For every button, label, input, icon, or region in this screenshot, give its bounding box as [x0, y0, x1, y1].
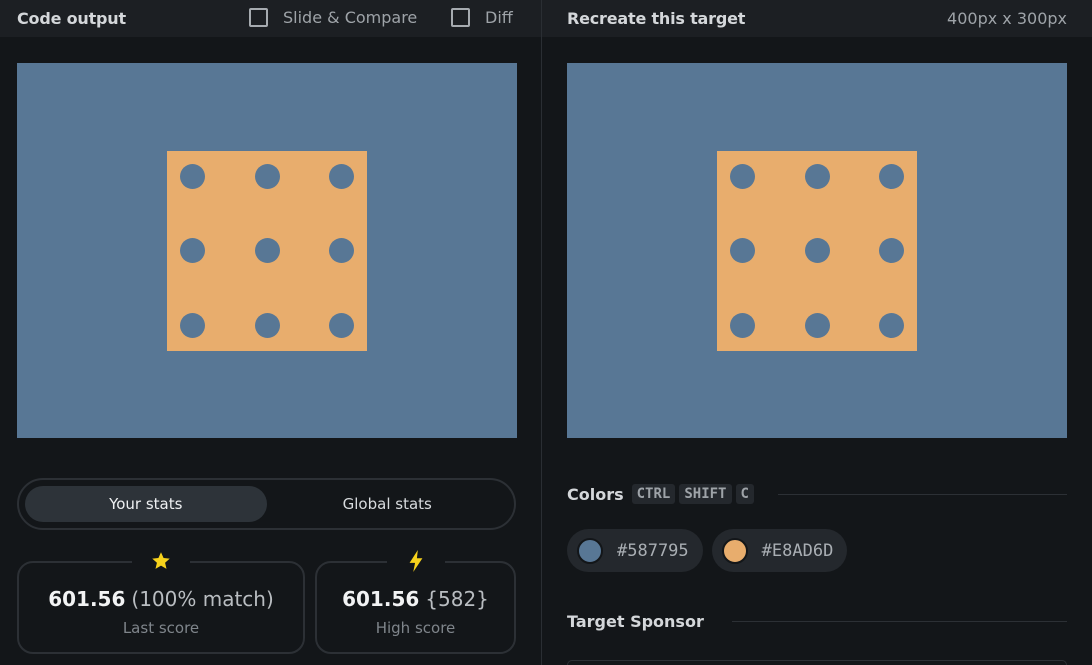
tab-global-stats[interactable]: Global stats [267, 486, 509, 522]
star-icon [132, 549, 190, 573]
high-score-extra: {582} [425, 587, 489, 611]
section-divider [777, 493, 1067, 495]
output-dot [255, 164, 280, 189]
output-dot [329, 164, 354, 189]
tab-your-stats[interactable]: Your stats [25, 486, 267, 522]
swatch-hex[interactable]: #587795 [617, 541, 689, 561]
output-dot [180, 164, 205, 189]
diff-label[interactable]: Diff [485, 8, 513, 27]
swatch-hex[interactable]: #E8AD6D [762, 541, 834, 561]
section-divider [731, 621, 1067, 622]
code-output-header: Code output Slide & Compare Diff [0, 0, 541, 37]
last-score-card: 601.56 (100% match) Last score [17, 549, 305, 654]
output-square [167, 151, 367, 351]
last-score-label: Last score [122, 619, 200, 637]
colors-section-header: Colors CTRL SHIFT C [567, 484, 1067, 504]
lightning-icon [386, 549, 445, 573]
color-swatches: #587795 #E8AD6D [567, 529, 856, 572]
colors-title: Colors [567, 484, 624, 504]
sponsor-title: Target Sponsor [567, 612, 704, 631]
diff-checkbox[interactable] [451, 8, 470, 27]
target-canvas[interactable] [567, 63, 1067, 438]
output-canvas[interactable] [17, 63, 517, 438]
shortcut-key: C [735, 484, 754, 504]
shortcut-key: SHIFT [679, 484, 732, 504]
sponsor-card[interactable] [567, 660, 1067, 665]
color-swatch[interactable]: #E8AD6D [711, 529, 848, 572]
swatch-color-dot [721, 537, 748, 564]
target-dimensions: 400px x 300px [947, 9, 1067, 28]
target-square [717, 151, 917, 351]
high-score-line: 601.56 {582} [317, 587, 514, 611]
last-score-value: 601.56 [48, 587, 126, 611]
output-dot [329, 238, 354, 263]
target-header: Recreate this target 400px x 300px [542, 0, 1092, 37]
target-dot [805, 238, 830, 263]
target-title: Recreate this target [567, 9, 746, 28]
target-dot [879, 164, 904, 189]
target-dot [879, 238, 904, 263]
slide-compare-checkbox[interactable] [249, 8, 268, 27]
output-dot [255, 238, 280, 263]
diff-toggle[interactable]: Diff [451, 8, 513, 27]
last-score-line: 601.56 (100% match) [19, 587, 303, 611]
target-panel: Recreate this target 400px x 300px Color… [542, 0, 1092, 665]
last-score-match: (100% match) [131, 587, 274, 611]
swatch-color-dot [577, 537, 603, 564]
stats-toggle: Your stats Global stats [17, 478, 516, 530]
code-output-panel: Code output Slide & Compare Diff Your st… [0, 0, 541, 665]
high-score-card: 601.56 {582} High score [315, 549, 516, 654]
high-score-value: 601.56 [342, 587, 420, 611]
target-dot [805, 313, 830, 338]
code-output-title: Code output [17, 9, 126, 28]
shortcut-key: CTRL [631, 484, 676, 504]
target-dot [879, 313, 904, 338]
output-dot [329, 313, 354, 338]
sponsor-section-header: Target Sponsor [567, 612, 1067, 631]
slide-compare-label[interactable]: Slide & Compare [283, 8, 417, 27]
high-score-label: High score [375, 619, 456, 637]
target-dot [730, 313, 755, 338]
target-dot [805, 164, 830, 189]
slide-compare-toggle[interactable]: Slide & Compare [249, 8, 417, 27]
target-dot [730, 238, 755, 263]
color-swatch[interactable]: #587795 [567, 529, 703, 572]
output-dot [180, 238, 205, 263]
output-dot [180, 313, 205, 338]
target-dot [730, 164, 755, 189]
output-dot [255, 313, 280, 338]
